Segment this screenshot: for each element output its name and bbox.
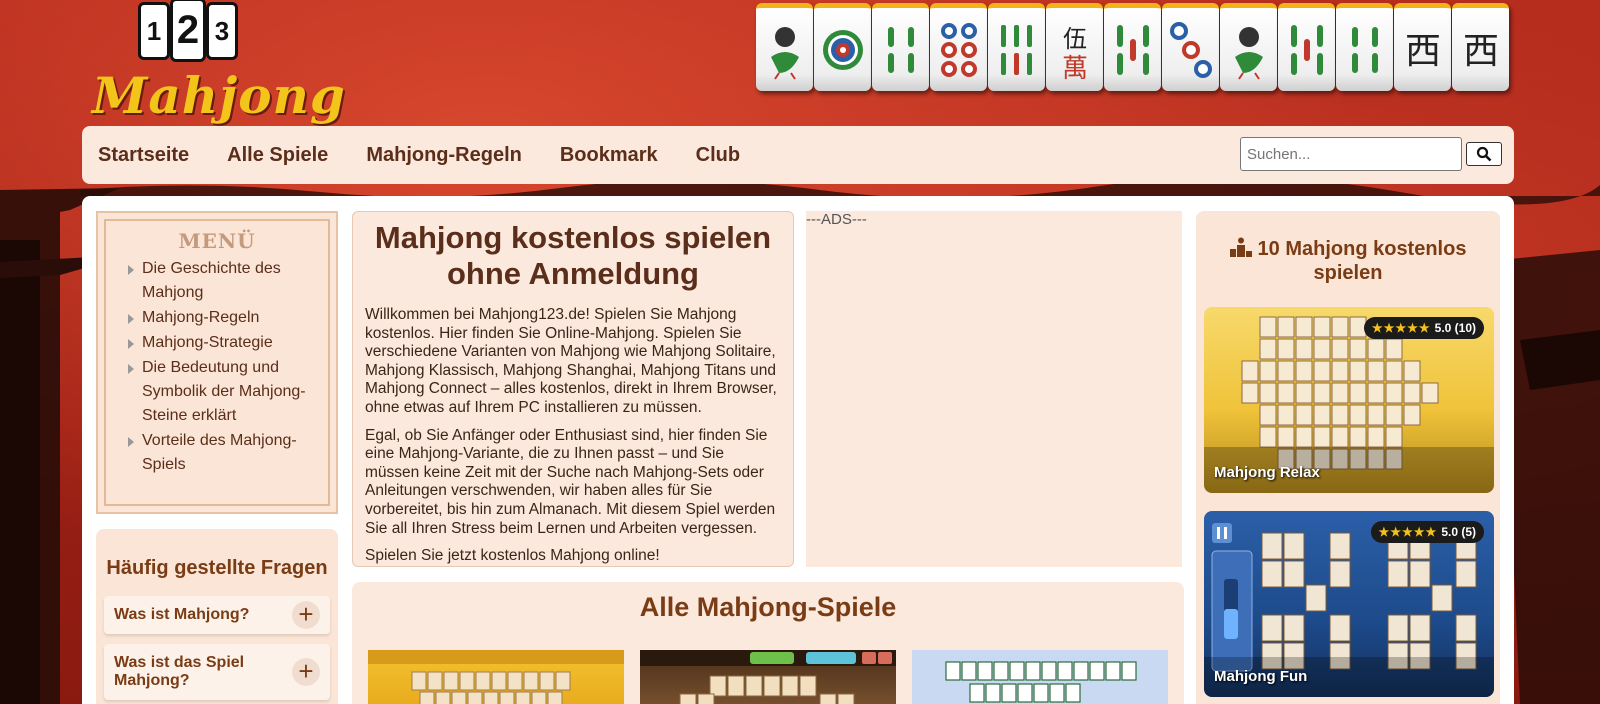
faq-item[interactable]: Was ist Mahjong? +	[104, 596, 330, 634]
game-thumbnail-image	[640, 650, 896, 704]
nav-alle-spiele[interactable]: Alle Spiele	[227, 144, 328, 167]
header-tiles: 伍萬 西 西	[756, 3, 1509, 91]
star-icons: ★★★★★	[1378, 525, 1438, 539]
ad-slot: ---ADS---	[806, 211, 1182, 567]
tile-west-wind-icon: 西	[1394, 3, 1451, 91]
intro-paragraph: Willkommen bei Mahjong123.de! Spielen Si…	[365, 306, 777, 416]
tile-bamboo-four-icon	[1336, 3, 1393, 91]
faq-title: Häufig gestellte Fragen	[106, 557, 328, 579]
menu-list: Die Geschichte des Mahjong Mahjong-Regel…	[108, 257, 326, 477]
nav-mahjong-regeln[interactable]: Mahjong-Regeln	[366, 144, 522, 167]
tile-circle-six-icon	[930, 3, 987, 91]
game-thumbnail-image	[368, 650, 624, 704]
menu-item-strategie[interactable]: Mahjong-Strategie	[126, 331, 326, 355]
logo-digit-3: 3	[206, 2, 238, 60]
all-games-title: Alle Mahjong-Spiele	[639, 592, 897, 622]
sidebar-title-text: 10 Mahjong kostenlos spielen	[1257, 238, 1467, 284]
intro-paragraph: Egal, ob Sie Anfänger oder Enthusiast si…	[365, 426, 776, 537]
page-title: Mahjong kostenlos spielen ohne Anmeldung	[374, 220, 772, 291]
rating-badge: ★★★★★ 5.0 (10)	[1363, 317, 1484, 339]
tile-bamboo-five-icon	[1104, 3, 1161, 91]
tile-circle-one-icon	[814, 3, 871, 91]
intro-paragraph: Spielen Sie jetzt kostenlos Mahjong onli…	[365, 547, 660, 565]
nav-startseite[interactable]: Startseite	[98, 144, 189, 167]
game-thumbnail[interactable]	[368, 650, 624, 704]
faq-item[interactable]: Was ist das Spiel Mahjong? +	[104, 644, 330, 700]
svg-text:西: 西	[1462, 31, 1498, 72]
main-nav: Startseite Alle Spiele Mahjong-Regeln Bo…	[82, 126, 1514, 184]
game-card-title: Mahjong Relax	[1214, 464, 1320, 481]
faq-question: Was ist Mahjong?	[114, 606, 250, 623]
plus-icon[interactable]: +	[292, 658, 320, 686]
tile-bamboo-four-icon	[872, 3, 929, 91]
tile-circle-three-icon	[1162, 3, 1219, 91]
sidebar-title: 10 Mahjong kostenlos spielen	[1196, 237, 1500, 285]
rating-value: 5.0 (5)	[1441, 525, 1476, 539]
ranking-icon	[1229, 237, 1252, 257]
star-icons: ★★★★★	[1371, 321, 1431, 335]
game-thumbnail[interactable]	[640, 650, 896, 704]
intro-section: Mahjong kostenlos spielen ohne Anmeldung…	[352, 211, 794, 567]
nav-club[interactable]: Club	[696, 144, 740, 167]
logo-digit-2: 2	[170, 0, 206, 62]
tile-bamboo-five-icon	[1278, 3, 1335, 91]
svg-text:伍: 伍	[1063, 25, 1087, 53]
game-card-title: Mahjong Fun	[1214, 668, 1308, 685]
search-button[interactable]	[1466, 142, 1502, 166]
search-input[interactable]	[1240, 137, 1462, 171]
faq-section: Häufig gestellte Fragen Was ist Mahjong?…	[96, 529, 338, 704]
menu-item-vorteile[interactable]: Vorteile des Mahjong-Spiels	[126, 429, 326, 477]
rating-value: 5.0 (10)	[1434, 321, 1476, 335]
faq-question: Was ist das Spiel Mahjong?	[114, 654, 245, 689]
game-thumbnail[interactable]	[912, 650, 1168, 704]
side-menu: MENÜ Die Geschichte des Mahjong Mahjong-…	[96, 211, 338, 514]
logo-digit-1: 1	[138, 2, 170, 60]
plus-icon[interactable]: +	[292, 601, 320, 629]
search-icon	[1476, 146, 1492, 162]
site-logo[interactable]: 1 2 3 Mahjong	[92, 0, 345, 126]
game-card[interactable]: ★★★★★ 5.0 (10) Mahjong Relax	[1204, 307, 1494, 493]
tile-bird-icon	[756, 3, 813, 91]
all-games-section: Alle Mahjong-Spiele	[352, 582, 1184, 704]
logo-wordmark: Mahjong	[92, 66, 346, 125]
menu-item-geschichte[interactable]: Die Geschichte des Mahjong	[126, 257, 326, 305]
tile-bird-icon	[1220, 3, 1277, 91]
tile-bamboo-six-icon	[988, 3, 1045, 91]
game-thumbnail-image	[945, 661, 1137, 703]
menu-item-regeln[interactable]: Mahjong-Regeln	[126, 306, 326, 330]
game-card[interactable]: ★★★★★ 5.0 (5) Mahjong Fun	[1204, 511, 1494, 697]
tile-west-wind-icon: 西	[1452, 3, 1509, 91]
svg-text:西: 西	[1404, 31, 1440, 72]
menu-item-symbolik[interactable]: Die Bedeutung und Symbolik der Mahjong-S…	[126, 356, 326, 428]
svg-text:萬: 萬	[1061, 54, 1087, 83]
nav-bookmark[interactable]: Bookmark	[560, 144, 658, 167]
logo-digit-boxes: 1 2 3	[138, 0, 238, 62]
rating-badge: ★★★★★ 5.0 (5)	[1370, 521, 1484, 543]
menu-title: MENÜ	[178, 229, 256, 253]
top-games-sidebar: 10 Mahjong kostenlos spielen ★★★★★ 5.0 (1…	[1196, 211, 1500, 704]
tile-character-icon: 伍萬	[1046, 3, 1103, 91]
